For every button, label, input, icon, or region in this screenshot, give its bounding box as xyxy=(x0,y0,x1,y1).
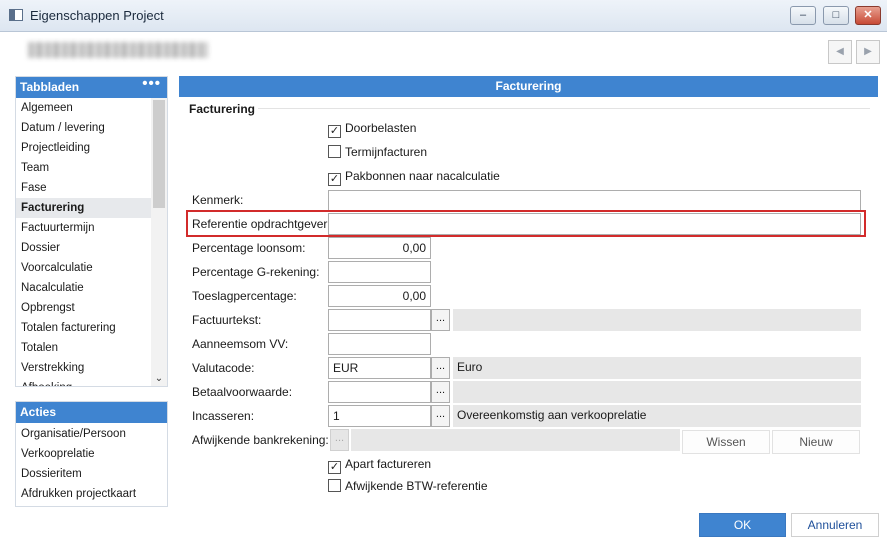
minimize-button[interactable]: ‒ xyxy=(790,6,816,25)
referentie-opdrachtgever-label: Referentie opdrachtgever: xyxy=(192,217,331,231)
factuurtekst-lookup-button[interactable]: ... xyxy=(431,309,450,331)
betaalvoorwaarde-label: Betaalvoorwaarde: xyxy=(192,385,293,399)
toeslagpercentage-label: Toeslagpercentage: xyxy=(192,289,297,303)
blurred-project-name xyxy=(28,42,208,58)
betaalvoorwaarde-lookup-button[interactable]: ... xyxy=(431,381,450,403)
tab-projectleiding[interactable]: Projectleiding xyxy=(16,138,152,158)
checkbox-label: Termijnfacturen xyxy=(345,145,428,159)
valutacode-description: Euro xyxy=(453,357,861,379)
tab-totalen[interactable]: Totalen xyxy=(16,338,152,358)
action-afdrukken-projectkaart[interactable]: Afdrukken projectkaart xyxy=(16,484,167,504)
valutacode-lookup-button[interactable]: ... xyxy=(431,357,450,379)
scrollbar-thumb[interactable] xyxy=(153,100,165,208)
checkbox-label: Afwijkende BTW-referentie xyxy=(345,479,488,493)
afwijkende-btw-referentie-checkbox[interactable]: Afwijkende BTW-referentie xyxy=(328,479,488,495)
action-organisatie-persoon[interactable]: Organisatie/Persoon xyxy=(16,424,167,444)
checkbox-label: Pakbonnen naar nacalculatie xyxy=(345,169,500,183)
checkbox-box[interactable] xyxy=(328,145,341,158)
afwijkende-bankrekening-label: Afwijkende bankrekening: xyxy=(192,433,329,447)
scroll-down-icon[interactable]: ⌄ xyxy=(151,373,167,384)
tab-algemeen[interactable]: Algemeen xyxy=(16,98,152,118)
aanneemsom-vv-label: Aanneemsom VV: xyxy=(192,337,289,351)
more-options-icon[interactable]: ••• xyxy=(142,73,161,94)
main-header: Facturering xyxy=(179,76,878,97)
previous-record-button[interactable]: ◀ xyxy=(828,40,852,64)
checkbox-box[interactable]: ✓ xyxy=(328,125,341,138)
section-divider xyxy=(258,108,870,109)
tab-voorcalculatie[interactable]: Voorcalculatie xyxy=(16,258,152,278)
tab-verstrekking[interactable]: Verstrekking xyxy=(16,358,152,378)
afwijkende-bankrekening-field[interactable] xyxy=(351,429,680,451)
betaalvoorwaarde-input[interactable] xyxy=(328,381,431,403)
nieuw-button[interactable]: Nieuw xyxy=(772,430,860,454)
incasseren-description: Overeenkomstig aan verkooprelatie xyxy=(453,405,861,427)
ok-button[interactable]: OK xyxy=(699,513,786,537)
tab-nacalculatie[interactable]: Nacalculatie xyxy=(16,278,152,298)
referentie-opdrachtgever-input[interactable] xyxy=(328,213,861,235)
checkbox-box[interactable] xyxy=(328,479,341,492)
actions-panel: Acties Organisatie/Persoon Verkooprelati… xyxy=(15,401,168,507)
tabs-scrollbar[interactable]: ⌄ xyxy=(151,98,167,386)
aanneemsom-vv-input[interactable] xyxy=(328,333,431,355)
checkbox-label: Apart factureren xyxy=(345,457,432,471)
action-verkooprelatie[interactable]: Verkooprelatie xyxy=(16,444,167,464)
percentage-g-rekening-label: Percentage G-rekening: xyxy=(192,265,320,279)
doorbelasten-checkbox[interactable]: ✓ Doorbelasten xyxy=(328,121,417,138)
actions-header: Acties xyxy=(16,402,167,423)
termijnfacturen-checkbox[interactable]: Termijnfacturen xyxy=(328,145,427,161)
window-icon xyxy=(9,9,23,21)
tabs-header-label: Tabbladen xyxy=(20,80,80,94)
valutacode-input[interactable]: EUR xyxy=(328,357,431,379)
tab-team[interactable]: Team xyxy=(16,158,152,178)
tab-totalen-facturering[interactable]: Totalen facturering xyxy=(16,318,152,338)
percentage-loonsom-label: Percentage loonsom: xyxy=(192,241,306,255)
maximize-button[interactable]: □ xyxy=(823,6,849,25)
checkbox-box[interactable]: ✓ xyxy=(328,461,341,474)
apart-factureren-checkbox[interactable]: ✓ Apart factureren xyxy=(328,457,432,474)
kenmerk-label: Kenmerk: xyxy=(192,193,244,207)
checkbox-box[interactable]: ✓ xyxy=(328,173,341,186)
actions-list: Organisatie/Persoon Verkooprelatie Dossi… xyxy=(16,423,167,504)
kenmerk-input[interactable] xyxy=(328,190,861,212)
valutacode-label: Valutacode: xyxy=(192,361,255,375)
section-title: Facturering xyxy=(189,102,256,116)
factuurtekst-description xyxy=(453,309,861,331)
tabs-panel: Tabbladen ••• Algemeen Datum / levering … xyxy=(15,75,168,387)
checkbox-label: Doorbelasten xyxy=(345,121,417,135)
tab-opbrengst[interactable]: Opbrengst xyxy=(16,298,152,318)
tabs-list: Algemeen Datum / levering Projectleiding… xyxy=(16,98,152,386)
betaalvoorwaarde-description xyxy=(453,381,861,403)
annuleren-button[interactable]: Annuleren xyxy=(791,513,879,537)
tab-dossier[interactable]: Dossier xyxy=(16,238,152,258)
factuurtekst-label: Factuurtekst: xyxy=(192,313,262,327)
pakbonnen-checkbox[interactable]: ✓ Pakbonnen naar nacalculatie xyxy=(328,169,500,186)
wissen-button[interactable]: Wissen xyxy=(682,430,770,454)
action-dossieritem[interactable]: Dossieritem xyxy=(16,464,167,484)
close-button[interactable]: ✕ xyxy=(855,6,881,25)
title-bar: Eigenschappen Project ‒ □ ✕ xyxy=(0,0,887,32)
incasseren-lookup-button[interactable]: ... xyxy=(431,405,450,427)
toeslagpercentage-input[interactable]: 0,00 xyxy=(328,285,431,307)
window-title: Eigenschappen Project xyxy=(30,8,164,23)
tab-datum-levering[interactable]: Datum / levering xyxy=(16,118,152,138)
bankrekening-lookup-button[interactable]: ... xyxy=(330,429,349,451)
tab-factuurtermijn[interactable]: Factuurtermijn xyxy=(16,218,152,238)
next-record-button[interactable]: ▶ xyxy=(856,40,880,64)
factuurtekst-input[interactable] xyxy=(328,309,431,331)
tab-afboeking[interactable]: Afboeking xyxy=(16,378,152,386)
tabs-header: Tabbladen ••• xyxy=(16,75,167,98)
percentage-loonsom-input[interactable]: 0,00 xyxy=(328,237,431,259)
incasseren-label: Incasseren: xyxy=(192,409,255,423)
actions-header-label: Acties xyxy=(20,405,57,419)
incasseren-input[interactable]: 1 xyxy=(328,405,431,427)
tab-facturering[interactable]: Facturering xyxy=(16,198,152,218)
percentage-g-rekening-input[interactable] xyxy=(328,261,431,283)
tab-fase[interactable]: Fase xyxy=(16,178,152,198)
